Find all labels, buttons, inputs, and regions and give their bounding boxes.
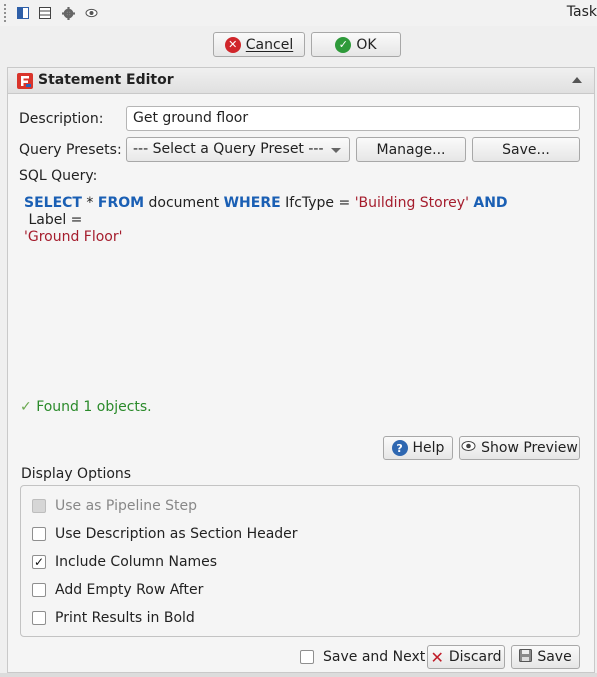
- help-icon: ?: [391, 440, 408, 456]
- sql-keyword: FROM: [97, 195, 145, 211]
- layout-icon[interactable]: [38, 6, 52, 20]
- top-toolbar: Task: [0, 0, 597, 26]
- save-icon: [519, 648, 533, 666]
- discard-button[interactable]: ✕ Discard: [427, 645, 505, 669]
- pipeline-step-checkbox: [32, 499, 46, 513]
- query-preset-selected: --- Select a Query Preset ---: [133, 141, 324, 157]
- display-options-group: Use as Pipeline Step Use Description as …: [20, 485, 580, 637]
- save-and-next-checkbox[interactable]: [300, 650, 314, 664]
- save-preset-button[interactable]: Save...: [472, 137, 580, 162]
- show-preview-button[interactable]: Show Preview: [459, 436, 580, 460]
- sql-text: Label =: [24, 212, 83, 228]
- ok-button[interactable]: ✓ OK: [311, 32, 401, 57]
- ok-button-label: OK: [356, 36, 377, 53]
- option-section-header[interactable]: Use Description as Section Header: [32, 526, 298, 542]
- discard-icon: ✕: [430, 647, 444, 667]
- bottom-edge: [0, 673, 597, 677]
- empty-row-checkbox[interactable]: [32, 583, 46, 597]
- sql-keyword: SELECT: [24, 195, 82, 211]
- check-icon: ✓: [20, 399, 32, 415]
- save-button-label: Save: [537, 649, 572, 665]
- query-preset-select[interactable]: --- Select a Query Preset ---: [126, 137, 350, 162]
- gear-icon[interactable]: [61, 6, 75, 20]
- preview-eye-icon: [461, 440, 476, 456]
- show-preview-button-label: Show Preview: [481, 440, 578, 456]
- option-label: Include Column Names: [55, 554, 218, 570]
- column-names-checkbox[interactable]: ✓: [32, 555, 46, 569]
- option-column-names[interactable]: ✓ Include Column Names: [32, 554, 217, 570]
- sql-string: 'Ground Floor': [24, 229, 123, 245]
- query-status: ✓ Found 1 objects.: [20, 399, 152, 415]
- help-button-label: Help: [412, 440, 445, 456]
- save-and-next-option[interactable]: Save and Next: [300, 649, 425, 665]
- option-empty-row[interactable]: Add Empty Row After: [32, 582, 203, 598]
- sql-query-editor[interactable]: SELECT * FROM document WHERE IfcType = '…: [24, 195, 554, 246]
- collapse-arrow-icon[interactable]: [572, 77, 582, 83]
- option-bold[interactable]: Print Results in Bold: [32, 610, 195, 626]
- panel-title: Statement Editor: [38, 72, 174, 88]
- panel-icon[interactable]: [16, 6, 30, 20]
- option-label: Use Description as Section Header: [55, 526, 298, 542]
- option-label: Use as Pipeline Step: [55, 498, 198, 514]
- display-options-label: Display Options: [21, 466, 132, 482]
- sql-keyword: WHERE: [223, 195, 281, 211]
- option-pipeline-step: Use as Pipeline Step: [32, 498, 197, 514]
- statement-editor-panel: Statement Editor Description: Get ground…: [7, 67, 595, 673]
- cancel-button[interactable]: ✕ Cancel: [213, 32, 305, 57]
- bold-checkbox[interactable]: [32, 611, 46, 625]
- manage-button-label: Manage...: [376, 141, 446, 158]
- option-label: Add Empty Row After: [55, 582, 204, 598]
- section-header-checkbox[interactable]: [32, 527, 46, 541]
- save-preset-button-label: Save...: [502, 141, 550, 158]
- sql-text: *: [81, 195, 98, 211]
- sql-text: IfcType =: [280, 195, 355, 211]
- sql-keyword: AND: [473, 195, 508, 211]
- option-label: Print Results in Bold: [55, 610, 195, 626]
- cancel-button-label: Cancel: [245, 36, 294, 53]
- eye-icon[interactable]: [84, 6, 98, 20]
- discard-button-label: Discard: [448, 649, 502, 665]
- description-label: Description:: [19, 111, 104, 127]
- manage-presets-button[interactable]: Manage...: [356, 137, 466, 162]
- sql-string: 'Building Storey': [354, 195, 469, 211]
- sql-text: document: [144, 195, 224, 211]
- query-presets-label: Query Presets:: [19, 142, 122, 158]
- task-tab-label[interactable]: Task: [567, 4, 597, 20]
- save-and-next-label: Save and Next: [323, 649, 426, 665]
- help-button[interactable]: ? Help: [383, 436, 453, 460]
- description-field[interactable]: Get ground floor: [126, 106, 580, 131]
- ok-icon: ✓: [335, 36, 352, 53]
- chevron-down-icon: [331, 148, 341, 153]
- panel-header[interactable]: Statement Editor: [8, 68, 594, 94]
- freecad-logo-icon: [17, 73, 33, 89]
- cancel-icon: ✕: [224, 36, 241, 53]
- toolbar-grip[interactable]: [3, 3, 7, 23]
- save-button[interactable]: Save: [511, 645, 580, 669]
- query-status-text: Found 1 objects.: [36, 399, 152, 415]
- sql-query-label: SQL Query:: [19, 168, 98, 184]
